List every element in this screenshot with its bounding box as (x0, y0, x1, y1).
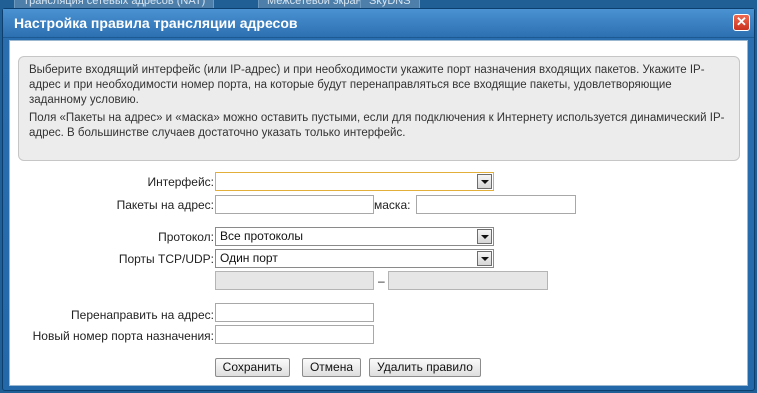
chevron-down-icon (477, 251, 492, 266)
new-port-label: Новый номер порта назначения: (32, 329, 214, 343)
protocol-select[interactable]: Все протоколы (215, 227, 494, 246)
port-range-dash: – (378, 274, 385, 288)
dialog-titlebar: Настройка правила трансляции адресов ✕ (3, 9, 754, 38)
port-from-input[interactable] (215, 271, 374, 290)
redirect-address-label: Перенаправить на адрес: (71, 308, 214, 322)
save-button[interactable]: Сохранить (215, 358, 290, 377)
ports-select-value: Один порт (220, 251, 278, 265)
info-paragraph-1: Выберите входящий интерфейс (или IP-адре… (29, 64, 705, 106)
protocol-select-value: Все протоколы (220, 229, 304, 243)
ports-label: Порты TCP/UDP: (118, 252, 214, 266)
close-button[interactable]: ✕ (733, 14, 750, 31)
chevron-down-icon (477, 229, 492, 244)
info-paragraph-2: Поля «Пакеты на адрес» и «маска» можно о… (29, 112, 725, 139)
interface-label: Интерфейс: (147, 175, 214, 189)
packets-to-address-input[interactable] (215, 195, 374, 214)
mask-label: маска: (374, 198, 411, 212)
port-to-input[interactable] (388, 271, 548, 290)
nat-rule-dialog: Настройка правила трансляции адресов ✕ В… (2, 8, 755, 391)
interface-select[interactable] (215, 172, 494, 191)
ports-select[interactable]: Один порт (215, 249, 494, 268)
protocol-label: Протокол: (158, 230, 214, 244)
mask-input[interactable] (416, 195, 576, 214)
info-box: Выберите входящий интерфейс (или IP-адре… (18, 56, 740, 161)
dialog-content: Выберите входящий интерфейс (или IP-адре… (9, 40, 748, 386)
cancel-button[interactable]: Отмена (302, 358, 361, 377)
redirect-address-input[interactable] (215, 303, 374, 322)
dialog-title: Настройка правила трансляции адресов (14, 15, 298, 31)
new-port-input[interactable] (215, 325, 374, 344)
chevron-down-icon (477, 174, 492, 189)
packets-to-address-label: Пакеты на адрес: (116, 198, 214, 212)
close-icon: ✕ (736, 14, 747, 29)
delete-rule-button[interactable]: Удалить правило (369, 358, 481, 377)
